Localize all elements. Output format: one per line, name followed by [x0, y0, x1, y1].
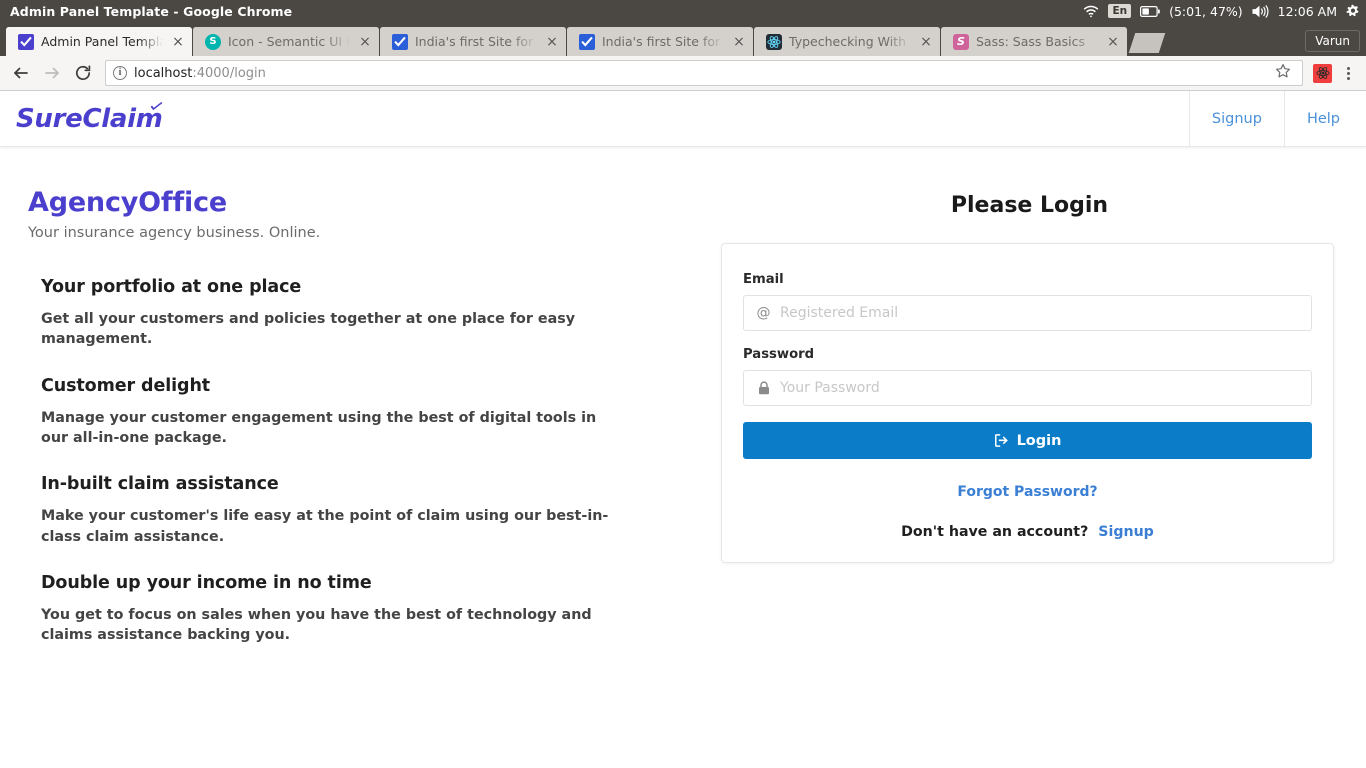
tab-title: Sass: Sass Basics	[976, 34, 1086, 49]
email-input[interactable]	[780, 305, 1300, 321]
react-icon	[766, 33, 782, 50]
gear-icon[interactable]	[1346, 4, 1360, 18]
semantic-ui-icon: S	[205, 33, 221, 50]
address-bar[interactable]: i localhost:4000/login	[105, 60, 1303, 86]
checkmark-icon	[150, 101, 163, 110]
feature-item: Double up your income in no time You get…	[41, 573, 683, 646]
signup-prompt-row: Don't have an account? Signup	[743, 524, 1312, 540]
browser-tab-strip: Admin Panel Template × S Icon - Semantic…	[0, 22, 1366, 56]
battery-status: (5:01, 47%)	[1169, 3, 1243, 19]
info-icon[interactable]: i	[113, 66, 127, 80]
close-icon[interactable]: ×	[1105, 34, 1121, 50]
close-icon[interactable]: ×	[544, 34, 560, 50]
page-title: AgencyOffice	[28, 187, 227, 218]
feature-heading: Customer delight	[41, 375, 211, 396]
browser-tab[interactable]: S Icon - Semantic UI R ×	[193, 27, 379, 56]
battery-icon[interactable]	[1140, 5, 1160, 17]
profile-button[interactable]: Varun	[1305, 29, 1360, 52]
forward-arrow-icon	[40, 61, 64, 85]
os-title-bar: Admin Panel Template - Google Chrome En …	[0, 0, 1366, 22]
feature-heading: In-built claim assistance	[41, 474, 279, 495]
system-clock[interactable]: 12:06 AM	[1278, 4, 1337, 19]
email-field-wrapper[interactable]: @	[743, 295, 1312, 331]
react-devtools-icon[interactable]	[1313, 63, 1332, 83]
feature-body: Manage your customer engagement using th…	[41, 409, 597, 446]
password-input[interactable]	[780, 380, 1300, 396]
new-tab-button[interactable]	[1128, 33, 1166, 53]
page-subtitle: Your insurance agency business. Online.	[28, 225, 321, 242]
page-content: AgencyOffice Your insurance agency busin…	[0, 147, 1366, 645]
tab-title: Typechecking With	[789, 34, 906, 49]
url-text: localhost:4000/login	[134, 66, 266, 81]
url-path: :4000/login	[192, 65, 266, 81]
feature-list: Your portfolio at one place Get all your…	[28, 277, 683, 645]
signup-link[interactable]: Signup	[1098, 524, 1154, 540]
login-card: Email @ Password	[721, 243, 1334, 563]
keyboard-layout-indicator[interactable]: En	[1108, 3, 1132, 19]
login-heading: Please Login	[950, 193, 1109, 218]
tab-title: Icon - Semantic UI R	[228, 34, 350, 49]
feature-body: Get all your customers and policies toge…	[41, 311, 576, 348]
wifi-icon[interactable]	[1083, 5, 1099, 18]
browser-tab[interactable]: S Sass: Sass Basics ×	[941, 27, 1127, 56]
password-field-wrapper[interactable]	[743, 370, 1312, 406]
feature-body: Make your customer's life easy at the po…	[41, 508, 609, 545]
feature-item: Customer delight Manage your customer en…	[41, 376, 683, 449]
browser-tab[interactable]: India's first Site for ×	[567, 27, 753, 56]
close-icon[interactable]: ×	[170, 34, 186, 50]
browser-tab[interactable]: India's first Site for ×	[380, 27, 566, 56]
lock-icon	[755, 381, 772, 395]
email-label: Email	[743, 272, 784, 287]
feature-item: In-built claim assistance Make your cust…	[41, 474, 683, 547]
feature-heading: Double up your income in no time	[41, 572, 372, 593]
nav-link-signup[interactable]: Signup	[1188, 91, 1284, 146]
site-logo-text: SureClaim	[16, 103, 163, 134]
feature-item: Your portfolio at one place Get all your…	[41, 277, 683, 350]
star-icon[interactable]	[1275, 63, 1295, 83]
volume-icon[interactable]	[1252, 4, 1269, 18]
feature-heading: Your portfolio at one place	[41, 277, 302, 298]
signup-prompt-text: Don't have an account?	[901, 524, 1089, 540]
browser-tab[interactable]: Admin Panel Template ×	[6, 27, 192, 56]
close-icon[interactable]: ×	[918, 34, 934, 50]
sign-in-icon	[994, 433, 1009, 448]
marketing-column: AgencyOffice Your insurance agency busin…	[28, 187, 683, 645]
browser-tab[interactable]: Typechecking With ×	[754, 27, 940, 56]
header-nav: Signup Help	[1188, 91, 1366, 146]
three-dots-menu-icon[interactable]	[1339, 66, 1357, 80]
browser-toolbar: i localhost:4000/login	[0, 56, 1366, 91]
checkbox-blue-icon	[579, 33, 595, 50]
site-logo[interactable]: SureClaim	[16, 101, 163, 134]
back-arrow-icon[interactable]	[9, 61, 33, 85]
login-column: Please Login Email @ Password	[683, 187, 1338, 645]
tab-title: India's first Site for	[602, 34, 721, 49]
checkbox-purple-icon	[18, 33, 34, 50]
login-button-label: Login	[1016, 432, 1062, 449]
tab-title: Admin Panel Template	[41, 34, 163, 49]
checkbox-blue-icon	[392, 33, 408, 50]
close-icon[interactable]: ×	[357, 34, 373, 50]
reload-icon[interactable]	[71, 61, 95, 85]
close-icon[interactable]: ×	[731, 34, 747, 50]
feature-body: You get to focus on sales when you have …	[41, 606, 592, 644]
password-label: Password	[743, 347, 815, 362]
url-host: localhost	[134, 65, 193, 81]
nav-link-help[interactable]: Help	[1283, 91, 1366, 146]
forgot-password-link[interactable]: Forgot Password?	[957, 484, 1097, 500]
site-header: SureClaim Signup Help	[0, 91, 1366, 147]
at-sign-icon: @	[756, 305, 771, 321]
sass-icon: S	[953, 33, 969, 50]
tab-title: India's first Site for	[415, 34, 534, 49]
system-tray: En (5:01, 47%) 12:06 AM	[1083, 4, 1360, 19]
login-button[interactable]: Login	[743, 422, 1312, 459]
web-page: SureClaim Signup Help AgencyOffice Your …	[0, 91, 1366, 768]
window-title: Admin Panel Template - Google Chrome	[10, 3, 293, 19]
forgot-password-row: Forgot Password?	[743, 481, 1312, 500]
